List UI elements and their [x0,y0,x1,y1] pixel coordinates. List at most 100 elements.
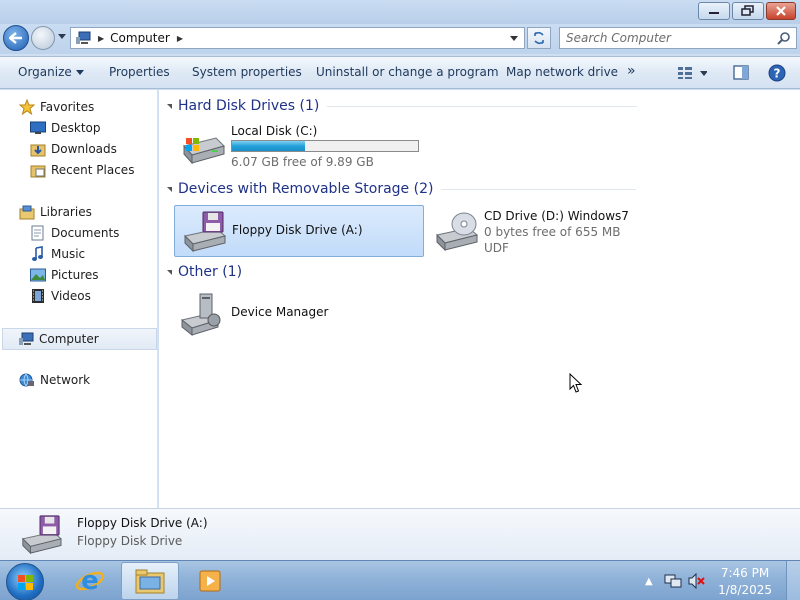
start-button[interactable] [6,563,44,600]
computer-icon [18,331,34,347]
internet-explorer-icon: e [75,566,105,596]
close-button[interactable] [766,2,796,20]
device-manager-icon [180,293,221,336]
breadcrumb-computer[interactable]: Computer [110,31,170,45]
address-bar[interactable]: ▶ Computer ▶ [70,27,525,49]
volume-muted-icon[interactable] [688,573,706,589]
breadcrumb-chevron-icon[interactable]: ▶ [98,34,104,43]
back-button[interactable] [3,25,29,51]
computer-icon [76,31,91,44]
collapse-triangle-icon[interactable] [167,186,172,192]
folder-icon [135,569,165,594]
organize-button[interactable]: Organize [18,65,84,79]
nav-music-label: Music [51,247,86,261]
uninstall-program-button[interactable]: Uninstall or change a program [316,65,499,79]
nav-documents-label: Documents [51,226,120,240]
pictures-icon [30,267,46,283]
collapse-triangle-icon[interactable] [167,103,172,109]
show-desktop-button[interactable] [786,561,800,600]
map-network-drive-button[interactable]: Map network drive [506,65,618,79]
nav-network-label: Network [40,373,91,387]
item-name: Device Manager [231,305,329,319]
preview-pane-icon[interactable] [733,65,749,80]
nav-favorites-label: Favorites [40,100,95,114]
minimize-button[interactable] [698,2,730,20]
refresh-button[interactable] [527,27,551,49]
close-icon [776,6,786,16]
search-box[interactable] [559,27,797,49]
back-arrow-icon [9,32,22,44]
show-hidden-icons-icon[interactable]: ▲ [645,576,653,587]
content-area: Hard Disk Drives (1) Local Disk (C:) 6.0… [159,90,800,508]
address-dropdown-icon[interactable] [510,36,518,41]
windows-logo-icon [18,575,33,590]
nav-network[interactable]: Network [19,371,90,389]
refresh-icon [534,31,544,45]
drive-name: Local Disk (C:) [231,124,318,138]
group-title: Devices with Removable Storage (2) [178,181,434,197]
svg-text:e: e [81,566,99,596]
nav-recent-places[interactable]: Recent Places [30,161,134,179]
nav-documents[interactable]: Documents [30,224,119,242]
organize-label: Organize [18,65,72,79]
nav-music[interactable]: Music [30,245,85,263]
nav-pictures[interactable]: Pictures [30,266,99,284]
drive-tile-cd-d[interactable]: CD Drive (D:) Windows7 0 bytes free of 6… [427,205,677,257]
chevron-down-icon [75,70,84,75]
change-view-icon[interactable] [677,66,707,80]
drive-tile-local-disk-c[interactable]: Local Disk (C:) 6.07 GB free of 9.89 GB [174,120,424,172]
search-input[interactable] [566,28,766,48]
system-clock[interactable]: 7:46 PM 1/8/2025 [718,565,772,599]
collapse-triangle-icon[interactable] [167,269,172,275]
clock-date: 1/8/2025 [718,583,772,597]
group-header-other[interactable]: Other (1) [167,262,792,282]
nav-computer-label: Computer [39,332,99,346]
group-header-hard-disk-drives[interactable]: Hard Disk Drives (1) [167,96,792,116]
drive-free-space: 6.07 GB free of 9.89 GB [231,155,374,169]
music-note-icon [30,246,46,262]
nav-computer[interactable]: Computer [2,328,157,350]
taskbar-internet-explorer[interactable]: e [61,562,119,600]
libraries-icon [19,204,35,220]
desktop-icon [30,120,46,136]
nav-pictures-label: Pictures [51,268,99,282]
details-item-name: Floppy Disk Drive (A:) [77,516,208,530]
search-icon[interactable] [777,31,791,45]
taskbar-media-player[interactable] [182,562,240,600]
address-row: ▶ Computer ▶ [0,24,800,54]
svg-text:?: ? [774,67,781,81]
recent-places-icon [30,162,46,178]
tile-device-manager[interactable]: Device Manager [174,288,424,340]
nav-recent-places-label: Recent Places [51,163,135,177]
properties-button[interactable]: Properties [109,65,170,79]
group-divider [327,105,638,107]
breadcrumb-chevron-icon[interactable]: ▶ [177,34,183,43]
group-header-removable-storage[interactable]: Devices with Removable Storage (2) [167,179,792,199]
disk-usage-bar [231,140,419,152]
restore-button[interactable] [732,2,764,20]
nav-videos[interactable]: Videos [30,287,91,305]
videos-film-icon [30,288,46,304]
nav-downloads[interactable]: Downloads [30,140,117,158]
drive-tile-floppy-a[interactable]: Floppy Disk Drive (A:) [174,205,424,257]
forward-button[interactable] [31,26,55,50]
help-icon[interactable]: ? [768,64,786,82]
group-title: Other (1) [178,264,243,280]
downloads-folder-icon [30,141,46,157]
title-bar [0,0,800,24]
nav-desktop[interactable]: Desktop [30,119,101,137]
nav-favorites[interactable]: Favorites [19,98,94,116]
system-properties-button[interactable]: System properties [192,65,302,79]
network-status-icon[interactable] [664,573,682,589]
taskbar: e ▲ 7:46 PM 1/8/2025 [0,560,800,600]
taskbar-windows-explorer[interactable] [121,562,179,600]
recent-pages-dropdown[interactable] [58,34,66,39]
more-commands-button[interactable]: » [627,63,636,79]
star-icon [19,99,35,115]
navigation-pane: Favorites Desktop Downloads Recent Place… [0,90,158,508]
window-controls [698,2,796,20]
disk-usage-fill [232,141,305,151]
nav-desktop-label: Desktop [51,121,101,135]
restore-icon [741,5,754,16]
nav-libraries[interactable]: Libraries [19,203,92,221]
